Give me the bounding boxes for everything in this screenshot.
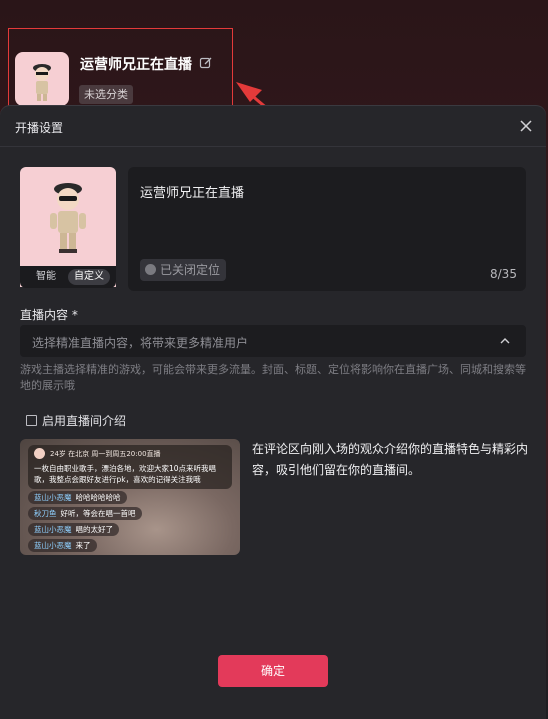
intro-checkbox-row[interactable]: 启用直播间介绍 (26, 412, 126, 429)
preview-comment: 蓝山小恶魔 哈哈哈哈哈哈 (28, 491, 127, 504)
cover-mode-smart[interactable]: 智能 (26, 269, 66, 285)
title-input[interactable]: 运营师兄正在直播 已关闭定位 8/35 (128, 167, 526, 291)
title-input-value: 运营师兄正在直播 (140, 186, 245, 201)
intro-checkbox-label: 启用直播间介绍 (42, 414, 127, 428)
intro-description: 在评论区向刚入场的观众介绍你的直播特色与精彩内容，吸引他们留在你的直播间。 (252, 442, 529, 477)
annotation-highlight-box (8, 28, 233, 114)
content-select[interactable]: 选择精准直播内容，将带来更多精准用户 (20, 325, 526, 357)
cover-mode-custom[interactable]: 自定义 (68, 269, 110, 285)
intro-preview-image: 24岁 在北京 周一到周五20:00直播 一枚自由职业歌手，漂泊各地，欢迎大家1… (20, 439, 240, 555)
preview-comment: 蓝山小恶魔 唱的太好了 (28, 523, 119, 536)
room-header: 运营师兄正在直播 未选分类 (0, 0, 548, 166)
cover-mode-toggle: 智能 自定义 (20, 266, 116, 288)
close-icon[interactable] (518, 118, 534, 134)
content-select-placeholder: 选择精准直播内容，将带来更多精准用户 (32, 336, 249, 350)
live-settings-dialog: 开播设置 智能 自定义 运营师兄正在直播 已关闭定位 8/35 直播内容 * 选… (0, 106, 546, 719)
dialog-title: 开播设置 (15, 121, 64, 135)
confirm-button[interactable]: 确定 (218, 655, 328, 687)
content-hint: 游戏主播选择精准的游戏，可能会带来更多流量。封面、标题、定位将影响你在直播广场、… (20, 363, 526, 392)
intro-checkbox[interactable] (26, 415, 37, 426)
cover-character-icon (50, 183, 86, 253)
chevron-up-icon (500, 338, 510, 344)
location-dot-icon (145, 264, 156, 275)
preview-comment: 秋刀鱼 好听，等会在唱一首吧 (28, 507, 142, 520)
preview-card-text: 一枚自由职业歌手，漂泊各地，欢迎大家10点来听我唱歌，我整点会跟好友进行pk，喜… (34, 464, 217, 484)
dialog-header: 开播设置 (0, 106, 546, 147)
location-toggle[interactable]: 已关闭定位 (140, 259, 227, 281)
preview-comment: 蓝山小恶魔 来了 (28, 539, 97, 552)
content-section-label: 直播内容 * (20, 308, 78, 322)
preview-intro-card: 24岁 在北京 周一到周五20:00直播 一枚自由职业歌手，漂泊各地，欢迎大家1… (28, 445, 232, 489)
preview-card-meta: 24岁 在北京 周一到周五20:00直播 (50, 450, 161, 458)
title-char-counter: 8/35 (490, 267, 517, 281)
preview-avatar (34, 448, 45, 459)
location-label: 已关闭定位 (160, 263, 221, 277)
